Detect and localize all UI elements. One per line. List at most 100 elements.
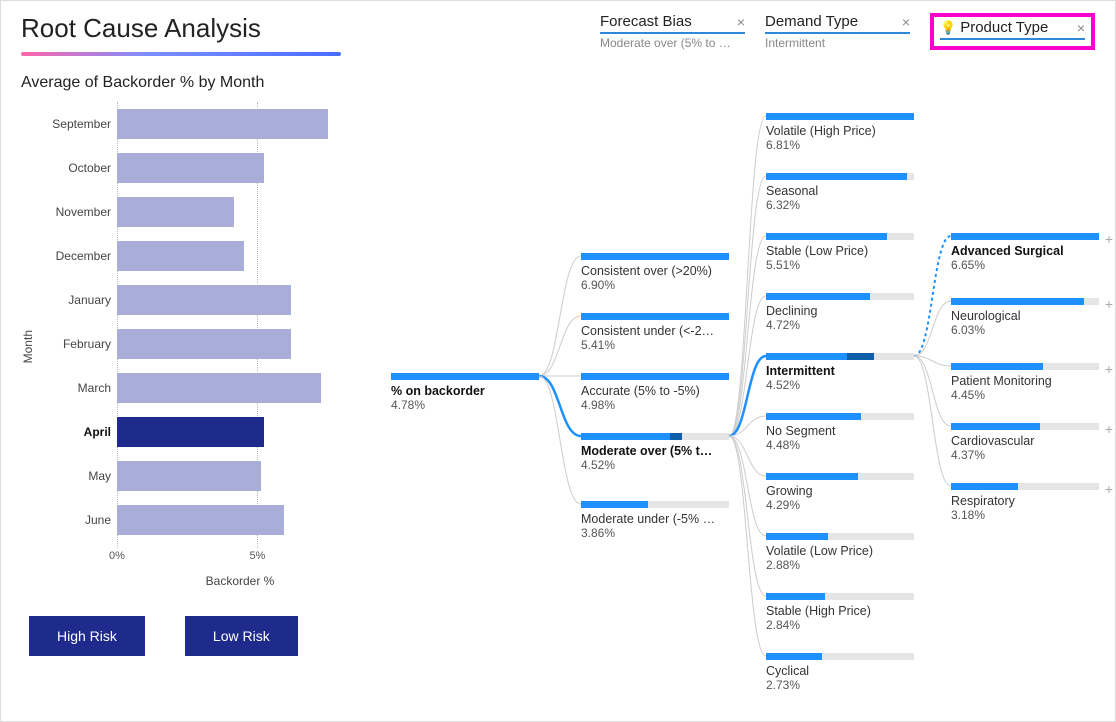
tree-node[interactable]: Stable (High Price)2.84% — [766, 593, 914, 632]
expand-icon[interactable]: + — [1105, 421, 1113, 437]
close-icon[interactable]: × — [902, 14, 910, 30]
bar-label: June — [39, 513, 117, 527]
expand-icon[interactable]: + — [1105, 481, 1113, 497]
tree-node[interactable]: Cardiovascular4.37%+ — [951, 423, 1099, 462]
tree-node[interactable]: Patient Monitoring4.45%+ — [951, 363, 1099, 402]
chart-title: Average of Backorder % by Month — [21, 74, 381, 92]
node-value: 4.78% — [391, 398, 539, 412]
node-value: 6.65% — [951, 258, 1099, 272]
bar-fill — [117, 241, 244, 271]
filter-value: Intermittent — [765, 36, 910, 50]
filter-forecast-bias[interactable]: Forecast Bias × Moderate over (5% to … — [600, 13, 745, 50]
node-label: Volatile (Low Price) — [766, 544, 914, 558]
low-risk-button[interactable]: Low Risk — [185, 616, 298, 656]
node-label: Consistent under (<-2… — [581, 324, 729, 338]
node-value: 6.32% — [766, 198, 914, 212]
tree-node[interactable]: Volatile (Low Price)2.88% — [766, 533, 914, 572]
page-title: Root Cause Analysis — [21, 13, 381, 50]
bar-row[interactable]: October — [39, 146, 351, 190]
node-label: Moderate over (5% t… — [581, 444, 729, 458]
x-tick: 0% — [109, 550, 125, 562]
bar-fill — [117, 461, 261, 491]
decomposition-tree[interactable]: Forecast Bias × Moderate over (5% to … D… — [381, 13, 1095, 705]
bar-label: December — [39, 249, 117, 263]
bar-label: January — [39, 293, 117, 307]
node-value: 5.41% — [581, 338, 729, 352]
bar-label: February — [39, 337, 117, 351]
bar-row[interactable]: June — [39, 498, 351, 542]
filter-demand-type[interactable]: Demand Type × Intermittent — [765, 13, 910, 50]
high-risk-button[interactable]: High Risk — [29, 616, 145, 656]
bar-row[interactable]: May — [39, 454, 351, 498]
filter-value: Moderate over (5% to … — [600, 36, 745, 50]
bar-row[interactable]: September — [39, 102, 351, 146]
tree-node[interactable]: Cyclical2.73% — [766, 653, 914, 692]
node-label: Seasonal — [766, 184, 914, 198]
tree-node[interactable]: Moderate under (-5% …3.86% — [581, 501, 729, 540]
tree-node[interactable]: Stable (Low Price)5.51% — [766, 233, 914, 272]
node-value: 3.86% — [581, 526, 729, 540]
tree-node[interactable]: Neurological6.03%+ — [951, 298, 1099, 337]
close-icon[interactable]: × — [1077, 20, 1085, 36]
bar-label: April — [39, 425, 117, 439]
node-label: Consistent over (>20%) — [581, 264, 729, 278]
node-value: 3.18% — [951, 508, 1099, 522]
node-label: Stable (Low Price) — [766, 244, 914, 258]
bar-label: September — [39, 117, 117, 131]
node-value: 4.98% — [581, 398, 729, 412]
bar-label: October — [39, 161, 117, 175]
bar-fill — [117, 197, 234, 227]
node-value: 4.37% — [951, 448, 1099, 462]
bar-fill — [117, 373, 321, 403]
title-underline — [21, 52, 341, 56]
tree-node[interactable]: Volatile (High Price)6.81% — [766, 113, 914, 152]
bar-row[interactable]: April — [39, 410, 351, 454]
x-axis-label: Backorder % — [99, 574, 381, 588]
tree-node[interactable]: Advanced Surgical6.65%+ — [951, 233, 1099, 272]
tree-node[interactable]: Accurate (5% to -5%)4.98% — [581, 373, 729, 412]
tree-node[interactable]: Seasonal6.32% — [766, 173, 914, 212]
node-label: Cardiovascular — [951, 434, 1099, 448]
node-label: Advanced Surgical — [951, 244, 1099, 258]
bar-row[interactable]: November — [39, 190, 351, 234]
tree-node[interactable]: Respiratory3.18%+ — [951, 483, 1099, 522]
tree-node[interactable]: No Segment4.48% — [766, 413, 914, 452]
node-label: Respiratory — [951, 494, 1099, 508]
filter-label: Forecast Bias — [600, 13, 692, 30]
bar-chart: Month September October November December Ja… — [21, 102, 381, 592]
close-icon[interactable]: × — [737, 14, 745, 30]
y-axis-label: Month — [21, 330, 35, 363]
node-label: Accurate (5% to -5%) — [581, 384, 729, 398]
tree-node[interactable]: Growing4.29% — [766, 473, 914, 512]
expand-icon[interactable]: + — [1105, 296, 1113, 312]
node-label: Cyclical — [766, 664, 914, 678]
bar-row[interactable]: January — [39, 278, 351, 322]
node-value: 2.73% — [766, 678, 914, 692]
node-value: 2.84% — [766, 618, 914, 632]
tree-node[interactable]: Consistent over (>20%)6.90% — [581, 253, 729, 292]
tree-node[interactable]: Consistent under (<-2…5.41% — [581, 313, 729, 352]
node-value: 5.51% — [766, 258, 914, 272]
node-value: 4.45% — [951, 388, 1099, 402]
tree-node[interactable]: Moderate over (5% t…4.52% — [581, 433, 729, 472]
bar-fill — [117, 505, 284, 535]
bar-label: May — [39, 469, 117, 483]
bar-row[interactable]: March — [39, 366, 351, 410]
tree-node[interactable]: Intermittent4.52% — [766, 353, 914, 392]
node-label: No Segment — [766, 424, 914, 438]
filter-label: Product Type — [960, 19, 1048, 36]
expand-icon[interactable]: + — [1105, 361, 1113, 377]
node-label: Growing — [766, 484, 914, 498]
tree-node[interactable]: Declining4.72% — [766, 293, 914, 332]
node-label: Stable (High Price) — [766, 604, 914, 618]
node-value: 6.03% — [951, 323, 1099, 337]
bar-fill — [117, 417, 264, 447]
filter-product-type[interactable]: 💡Product Type × — [940, 19, 1085, 40]
bar-row[interactable]: December — [39, 234, 351, 278]
node-value: 6.90% — [581, 278, 729, 292]
tree-node[interactable]: % on backorder4.78% — [391, 373, 539, 412]
expand-icon[interactable]: + — [1105, 231, 1113, 247]
node-value: 4.72% — [766, 318, 914, 332]
bar-fill — [117, 109, 328, 139]
bar-row[interactable]: February — [39, 322, 351, 366]
